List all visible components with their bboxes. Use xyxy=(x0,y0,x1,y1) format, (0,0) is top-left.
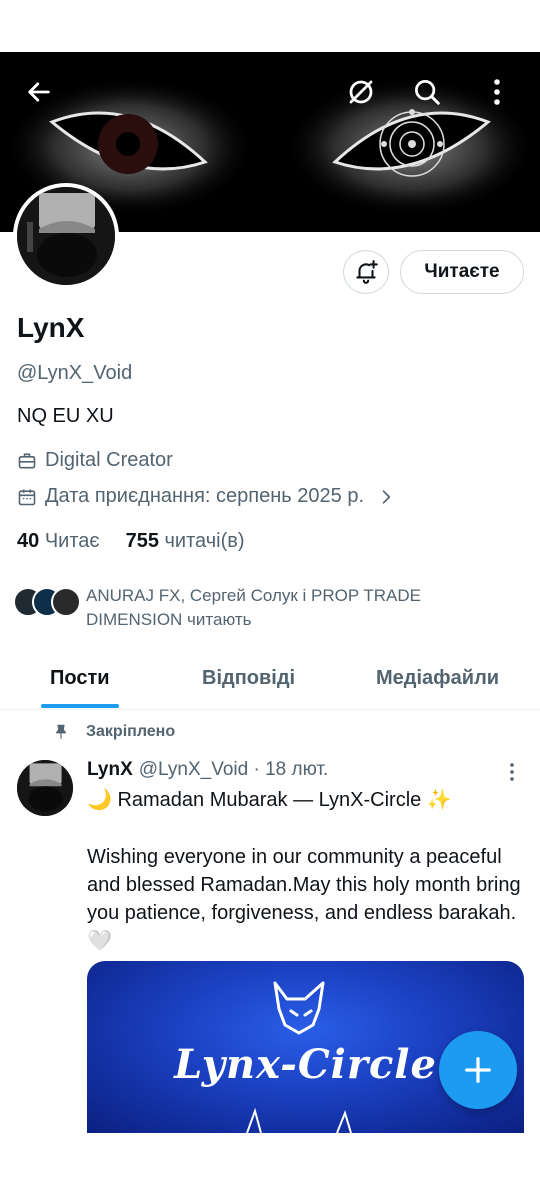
post-meta: @LynX_Void · 18 лют. xyxy=(138,759,329,780)
profile-bio: NQ EU XU xyxy=(17,405,114,427)
avatar-image xyxy=(17,187,115,285)
post-title-line: 🌙 Ramadan Mubarak — LynX-Circle ✨ xyxy=(87,789,452,811)
profile-name: LynX xyxy=(17,312,85,343)
avatar xyxy=(51,587,81,617)
calendar-icon xyxy=(18,489,36,505)
profile-category-label: Digital Creator xyxy=(45,449,173,471)
post-more-button[interactable] xyxy=(500,760,524,784)
post-author-avatar[interactable] xyxy=(17,760,73,816)
more-vertical-icon xyxy=(510,763,514,781)
profile-tabs: Пости Відповіді Медіафайли xyxy=(0,650,540,710)
followers-count: 755 xyxy=(125,530,159,552)
profile-handle: @LynX_Void xyxy=(17,362,133,384)
following-count-link[interactable]: 40 Читає xyxy=(17,530,100,553)
following-count: 40 xyxy=(17,530,40,552)
post-header: LynX @LynX_Void · 18 лют. xyxy=(87,759,328,781)
pin-icon xyxy=(55,724,67,739)
post-body: Wishing everyone in our community a peac… xyxy=(87,846,521,952)
more-options-button[interactable] xyxy=(477,72,517,112)
profile-category: Digital Creator xyxy=(17,449,173,472)
profile-join-date[interactable]: Дата приєднання: серпень 2025 р. xyxy=(17,485,396,508)
compose-post-button[interactable] xyxy=(439,1031,517,1109)
tab-posts[interactable]: Пости xyxy=(50,667,110,690)
slash-circle-icon xyxy=(349,80,373,104)
mutual-followers-text[interactable]: ANURAJ FX, Сергей Солук і PROP TRADE DIM… xyxy=(86,584,506,632)
followers-label: читачі(в) xyxy=(164,530,245,552)
back-button[interactable] xyxy=(19,72,59,112)
bell-plus-icon xyxy=(356,260,378,284)
profile-join-date-label: Дата приєднання: серпень 2025 р. xyxy=(45,485,364,507)
plus-icon xyxy=(465,1057,491,1083)
notifications-button[interactable] xyxy=(343,250,389,294)
following-label: Читає xyxy=(44,530,100,552)
profile-avatar[interactable] xyxy=(13,183,119,289)
active-tab-indicator xyxy=(41,704,119,708)
followers-count-link[interactable]: 755 читачі(в) xyxy=(126,530,245,553)
tab-media[interactable]: Медіафайли xyxy=(376,667,499,690)
unmute-button[interactable] xyxy=(341,72,381,112)
search-icon xyxy=(415,80,440,105)
chevron-right-icon xyxy=(382,489,391,504)
following-button[interactable]: Читаєте xyxy=(400,250,524,294)
arrow-left-icon xyxy=(28,82,50,102)
pinned-text: Закріплено xyxy=(86,723,176,740)
briefcase-icon xyxy=(18,453,36,468)
tab-replies[interactable]: Відповіді xyxy=(202,667,295,690)
mutual-followers-avatars[interactable] xyxy=(13,584,81,618)
status-bar xyxy=(0,0,540,52)
pinned-label: Закріплено xyxy=(52,723,175,741)
search-button[interactable] xyxy=(407,72,447,112)
follow-counts: 40 Читає 755 читачі(в) xyxy=(17,530,245,553)
avatar xyxy=(17,187,115,285)
avatar-image xyxy=(17,760,73,816)
more-vertical-icon xyxy=(494,79,500,105)
post-author-name[interactable]: LynX xyxy=(87,759,133,781)
